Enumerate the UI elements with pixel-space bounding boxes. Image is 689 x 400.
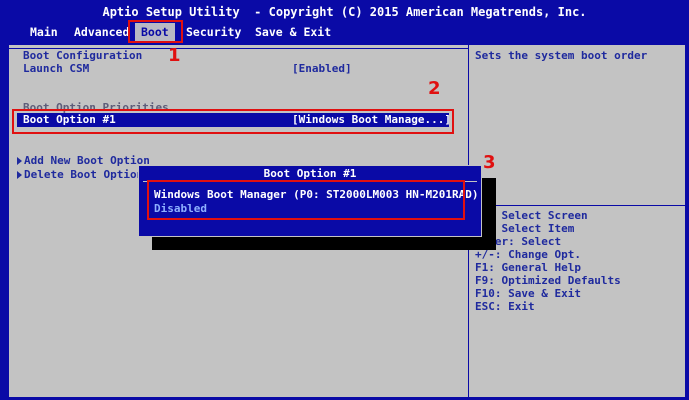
help-description: Sets the system boot order: [475, 49, 648, 62]
delete-boot-option-item[interactable]: Delete Boot Option: [17, 168, 143, 181]
section-boot-configuration: Boot Configuration: [23, 49, 143, 62]
annotation-number-2: 2: [428, 78, 441, 99]
window-title: Aptio Setup Utility - Copyright (C) 2015…: [102, 5, 587, 19]
add-boot-option-label: Add New Boot Option: [24, 154, 150, 167]
submenu-arrow-icon: [17, 171, 22, 179]
key-hint-save-exit: F10: Save & Exit: [475, 287, 581, 300]
annotation-number-3: 3: [483, 152, 496, 173]
help-panel: Sets the system boot order ><: Select Sc…: [468, 44, 686, 398]
key-hint-optimized-defaults: F9: Optimized Defaults: [475, 274, 621, 287]
help-divider: [469, 205, 685, 206]
tab-main[interactable]: Main: [30, 25, 58, 39]
launch-csm-label[interactable]: Launch CSM: [23, 62, 89, 75]
tab-security[interactable]: Security: [186, 25, 241, 39]
key-hint-general-help: F1: General Help: [475, 261, 581, 274]
add-boot-option-item[interactable]: Add New Boot Option: [17, 154, 150, 167]
annotation-box-boot-tab: [128, 20, 183, 43]
tab-advanced[interactable]: Advanced: [74, 25, 129, 39]
annotation-box-boot-option: [12, 109, 454, 134]
delete-boot-option-label: Delete Boot Option: [24, 168, 144, 181]
annotation-number-1: 1: [168, 45, 181, 66]
tab-save-exit[interactable]: Save & Exit: [255, 25, 331, 39]
key-hint-escape: ESC: Exit: [475, 300, 535, 313]
annotation-box-popup-options: [147, 180, 465, 220]
submenu-arrow-icon: [17, 157, 22, 165]
launch-csm-value[interactable]: [Enabled]: [292, 62, 352, 75]
menu-bar: Main Advanced Boot Security Save & Exit: [0, 22, 689, 42]
popup-title: Boot Option #1: [263, 167, 357, 180]
